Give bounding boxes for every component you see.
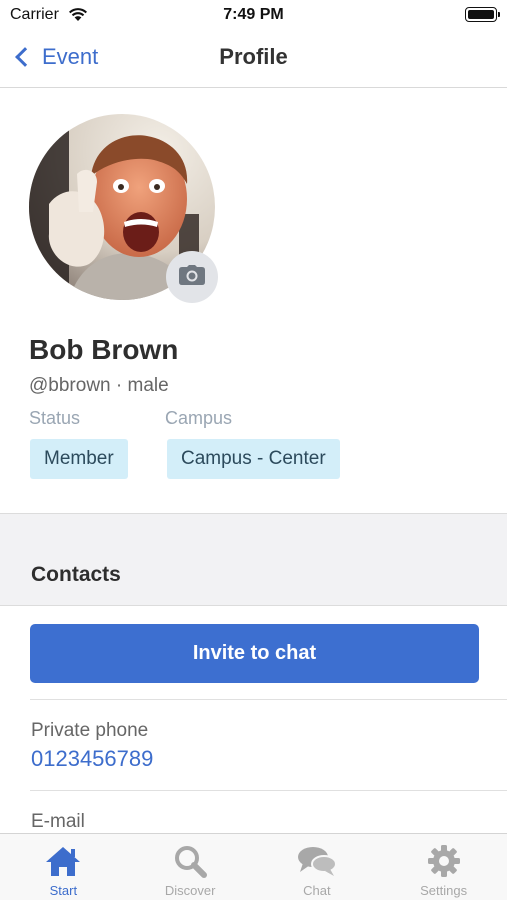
- chat-icon: [297, 844, 337, 878]
- tab-label: Start: [49, 883, 78, 898]
- gear-icon: [427, 844, 461, 878]
- contacts-section-title: Contacts: [31, 563, 121, 586]
- avatar-container: [29, 114, 218, 303]
- page-title: Profile: [219, 44, 288, 69]
- private-phone-label: Private phone: [31, 720, 149, 741]
- tab-settings[interactable]: Settings: [380, 834, 507, 900]
- section-separator: [0, 513, 507, 606]
- tab-chat[interactable]: Chat: [254, 834, 381, 900]
- campus-label: Campus: [165, 408, 233, 428]
- tab-label: Discover: [164, 883, 216, 898]
- campus-badge: Campus - Center: [167, 439, 340, 479]
- status-badge: Member: [30, 439, 128, 479]
- invite-to-chat-button[interactable]: Invite to chat: [30, 624, 479, 683]
- tab-label: Chat: [303, 883, 331, 898]
- battery-icon: [465, 7, 500, 22]
- email-label: E-mail: [31, 811, 85, 832]
- search-icon: [173, 844, 208, 878]
- tab-bar: Start Discover Chat Settings: [0, 833, 507, 900]
- divider: [30, 790, 507, 791]
- divider: [30, 699, 507, 700]
- home-icon: [44, 844, 82, 878]
- navigation-bar: Event Profile: [0, 30, 507, 88]
- status-label: Status: [29, 408, 81, 428]
- private-phone-link[interactable]: 0123456789: [31, 746, 153, 772]
- clock: 7:49 PM: [223, 6, 284, 23]
- change-photo-button[interactable]: [166, 251, 218, 303]
- profile-handle: @bbrown · male: [29, 375, 169, 396]
- status-bar: Carrier 7:49 PM: [0, 0, 507, 30]
- tab-discover[interactable]: Discover: [127, 834, 254, 900]
- profile-name: Bob Brown: [29, 334, 179, 365]
- tab-start[interactable]: Start: [0, 834, 127, 900]
- camera-icon: [179, 264, 205, 290]
- tab-label: Settings: [420, 883, 468, 898]
